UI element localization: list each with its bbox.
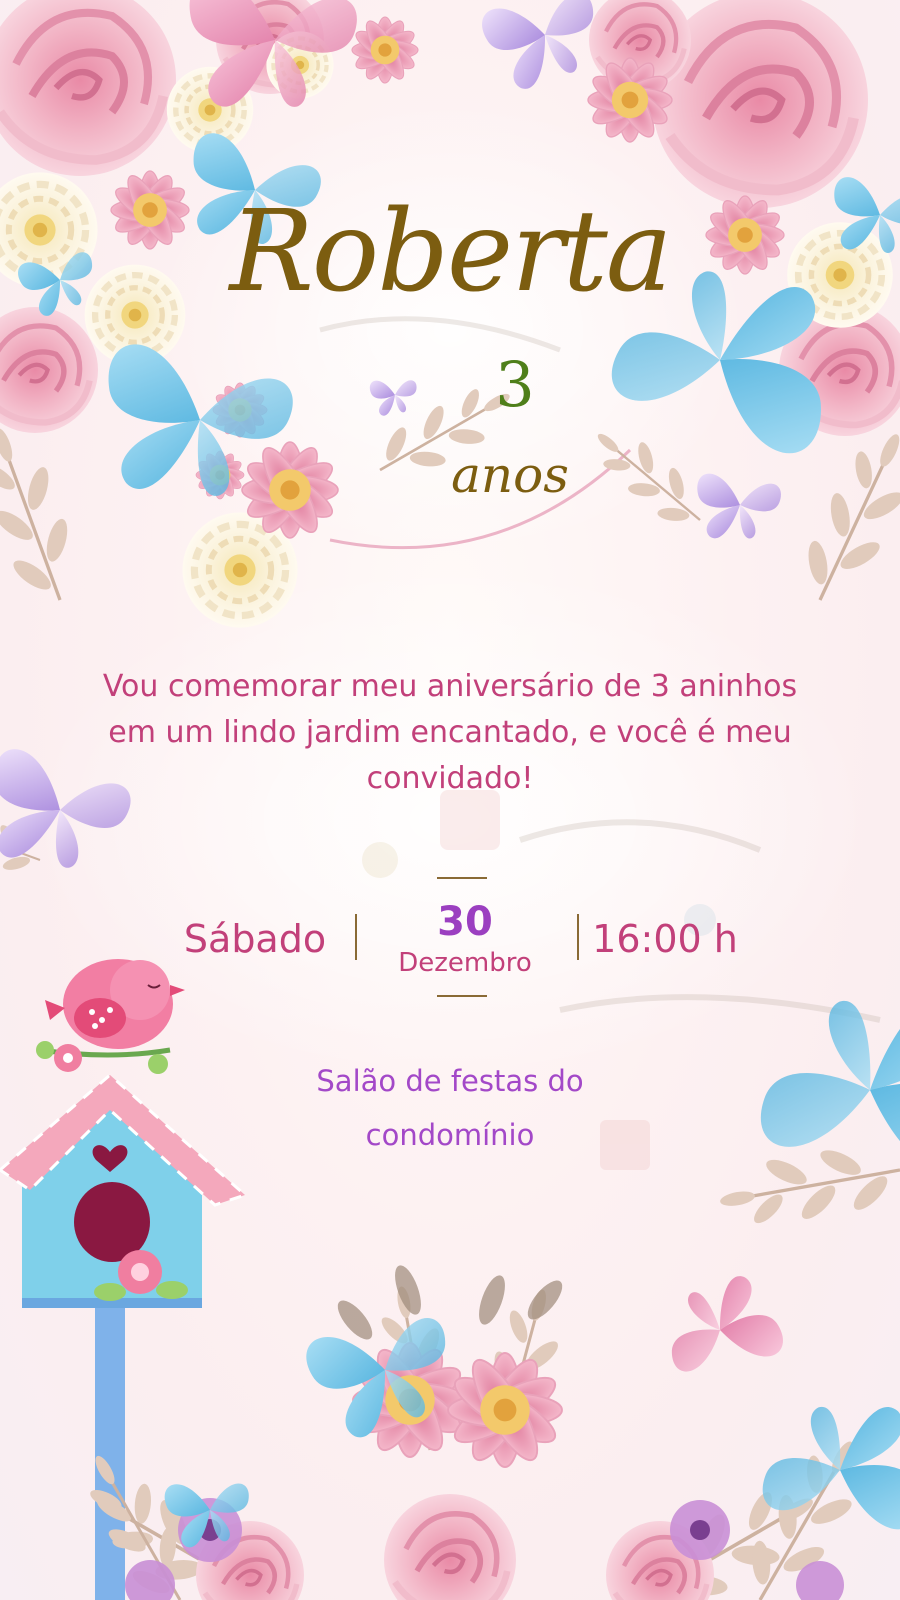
age-number: 3 bbox=[495, 348, 535, 421]
event-venue: Salão de festas do condomínio bbox=[230, 1054, 670, 1162]
event-month: Dezembro bbox=[398, 948, 532, 978]
age-label: anos bbox=[451, 446, 569, 504]
message-line: convidado! bbox=[366, 761, 534, 796]
pink-bird bbox=[45, 959, 185, 1049]
invitation-message: Vou comemorar meu aniversário de 3 aninh… bbox=[70, 664, 830, 802]
event-time: 16:00 h bbox=[592, 917, 738, 961]
event-day: 30 bbox=[437, 899, 493, 945]
bottom-garden bbox=[66, 1265, 900, 1600]
event-weekday: Sábado bbox=[183, 917, 327, 961]
message-line: em um lindo jardim encantado, e você é m… bbox=[108, 715, 792, 750]
invitation-card: Roberta 3 anos Vou comemorar meu anivers… bbox=[0, 0, 900, 1600]
venue-line: condomínio bbox=[365, 1118, 535, 1152]
child-name: Roberta bbox=[229, 187, 672, 317]
venue-line: Salão de festas do bbox=[316, 1064, 584, 1098]
mid-right-butterfly bbox=[712, 974, 900, 1241]
message-line: Vou comemorar meu aniversário de 3 aninh… bbox=[102, 669, 798, 704]
